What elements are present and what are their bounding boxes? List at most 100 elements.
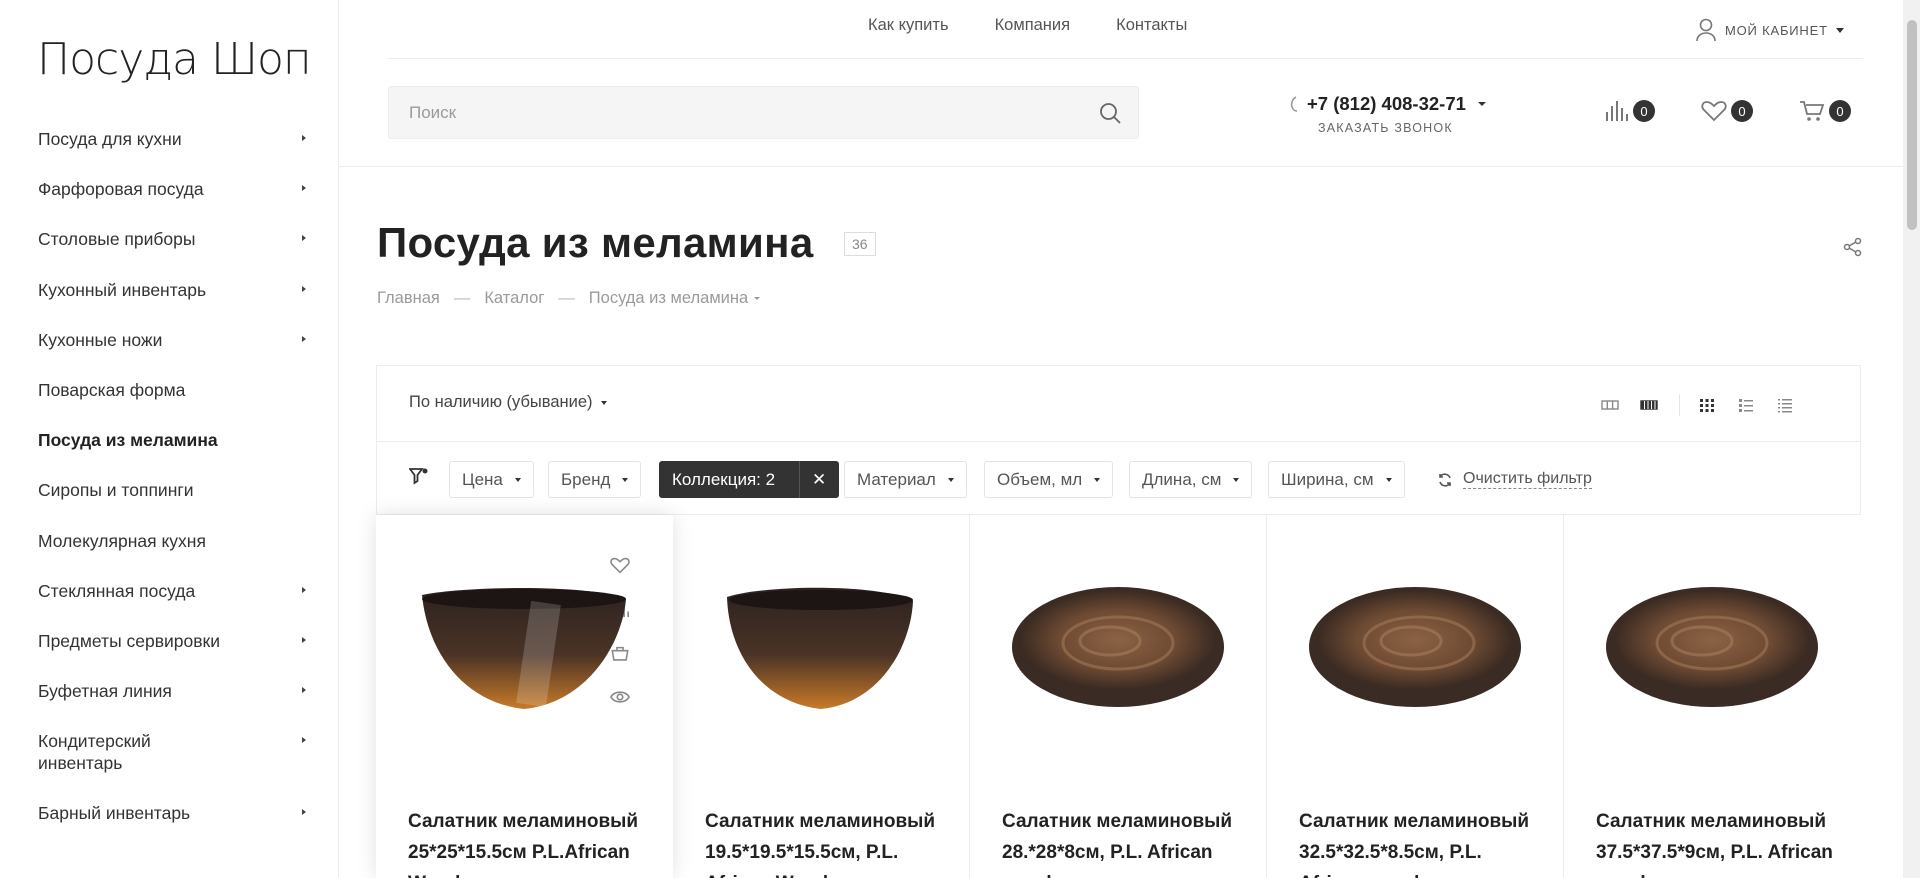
grid-5-columns-icon[interactable] xyxy=(1640,396,1658,414)
nav-how-to-buy[interactable]: Как купить xyxy=(868,16,949,35)
filter-volume[interactable]: Объем, мл xyxy=(984,461,1114,498)
sidebar: Посуда Шоп Посуда для кухни Фарфоровая п… xyxy=(0,0,339,878)
product-name[interactable]: Салатник меламиновый 25*25*15.5см P.L.Af… xyxy=(408,806,648,878)
scrollbar-thumb[interactable] xyxy=(1907,20,1917,230)
page-scrollbar[interactable] xyxy=(1903,0,1920,878)
chevron-right-icon xyxy=(302,335,306,342)
breadcrumb-catalog[interactable]: Каталог xyxy=(484,289,544,308)
phone-number: +7 (812) 408-32-71 xyxy=(1307,93,1466,114)
clear-filter-button[interactable]: Очистить фильтр xyxy=(1437,470,1592,489)
product-card[interactable]: Салатник меламиновый 19.5*19.5*15.5см, P… xyxy=(673,515,970,878)
catalog-controls: По наличию (убывание) Цена Бренд Коллекц… xyxy=(376,365,1861,515)
search-icon[interactable] xyxy=(1099,102,1121,124)
product-name[interactable]: Салатник меламиновый 37.5*37.5*9см, P.L.… xyxy=(1596,806,1836,878)
filter-price[interactable]: Цена xyxy=(449,461,534,498)
view-separator xyxy=(1679,394,1680,416)
chevron-right-icon xyxy=(302,687,306,694)
nav-company[interactable]: Компания xyxy=(995,16,1071,35)
search-input[interactable] xyxy=(389,87,1069,138)
sidebar-item-glassware[interactable]: Стеклянная посуда xyxy=(38,574,306,624)
sidebar-item-label: Посуда из меламина xyxy=(38,430,218,451)
sidebar-item-syrups[interactable]: Сиропы и топпинги xyxy=(38,473,306,523)
filter-bar: Цена Бренд Коллекция: 2 ✕ Материал Объем,… xyxy=(377,441,1860,516)
chevron-right-icon xyxy=(302,235,306,242)
sort-dropdown[interactable]: По наличию (убывание) xyxy=(409,393,607,412)
caret-down-icon xyxy=(1233,477,1240,482)
favorite-button[interactable] xyxy=(608,553,632,577)
product-grid: Салатник меламиновый 25*25*15.5см P.L.Af… xyxy=(376,515,1861,878)
phone-block[interactable]: +7 (812) 408-32-71 xyxy=(1289,93,1486,115)
breadcrumb: Главная — Каталог — Посуда из меламина xyxy=(377,289,761,308)
sidebar-item-cutlery[interactable]: Столовые приборы xyxy=(38,222,306,272)
product-card[interactable]: Салатник меламиновый 37.5*37.5*9см, P.L.… xyxy=(1564,515,1861,878)
compare-count-badge: 0 xyxy=(1633,100,1655,122)
sort-label: По наличию (убывание) xyxy=(409,393,593,411)
product-card[interactable]: Салатник меламиновый 32.5*32.5*8.5см, P.… xyxy=(1267,515,1564,878)
sidebar-item-molecular[interactable]: Молекулярная кухня xyxy=(38,524,306,574)
product-image[interactable] xyxy=(1307,585,1523,710)
cart-button[interactable]: 0 xyxy=(1799,100,1851,122)
caret-down-icon xyxy=(1835,27,1844,33)
sidebar-item-melamine[interactable]: Посуда из меламина xyxy=(38,423,306,473)
sidebar-item-knives[interactable]: Кухонные ножи xyxy=(38,323,306,373)
search-bar xyxy=(388,86,1139,139)
filter-label: Бренд xyxy=(561,469,611,489)
grid-3-columns-icon[interactable] xyxy=(1601,396,1619,414)
product-card[interactable]: Салатник меламиновый 25*25*15.5см P.L.Af… xyxy=(376,515,673,878)
caret-down-icon xyxy=(514,477,521,482)
callback-link[interactable]: ЗАКАЗАТЬ ЗВОНОК xyxy=(1318,121,1453,135)
filter-collection[interactable]: Коллекция: 2 ✕ xyxy=(659,461,840,498)
chevron-right-icon xyxy=(302,636,306,643)
top-navigation: Как купить Компания Контакты xyxy=(868,16,1187,35)
header-bottom-divider xyxy=(339,166,1903,167)
product-name[interactable]: Салатник меламиновый 32.5*32.5*8.5см, P.… xyxy=(1299,806,1539,878)
filter-label: Объем, мл xyxy=(997,469,1083,489)
filter-icon[interactable] xyxy=(409,467,429,485)
breadcrumb-home[interactable]: Главная xyxy=(377,289,440,308)
compare-button[interactable]: 0 xyxy=(1605,100,1655,122)
sidebar-item-chef-uniform[interactable]: Поварская форма xyxy=(38,373,306,423)
sidebar-item-serving[interactable]: Предметы сервировки xyxy=(38,624,306,674)
caret-down-icon xyxy=(947,477,954,482)
favorites-button[interactable]: 0 xyxy=(1701,100,1753,122)
phone-icon xyxy=(1290,96,1298,112)
tiles-view-icon[interactable] xyxy=(1698,396,1716,414)
filter-brand[interactable]: Бренд xyxy=(548,461,642,498)
sidebar-item-confectionery[interactable]: Кондитерский инвентарь xyxy=(38,724,306,796)
nav-contacts[interactable]: Контакты xyxy=(1116,16,1187,35)
sidebar-item-label: Барный инвентарь xyxy=(38,803,191,824)
filter-material[interactable]: Материал xyxy=(844,461,967,498)
page-title: Посуда из меламина xyxy=(377,219,814,266)
product-name[interactable]: Салатник меламиновый 19.5*19.5*15.5см, P… xyxy=(705,806,945,878)
product-card[interactable]: Салатник меламиновый 28.*28*8см, P.L. Af… xyxy=(970,515,1267,878)
share-icon[interactable] xyxy=(1843,237,1863,257)
site-logo[interactable]: Посуда Шоп xyxy=(37,34,312,85)
account-label: МОЙ КАБИНЕТ xyxy=(1725,22,1828,38)
filter-length[interactable]: Длина, см xyxy=(1129,461,1253,498)
refresh-icon xyxy=(1439,472,1451,487)
sidebar-item-porcelain[interactable]: Фарфоровая посуда xyxy=(38,172,306,222)
product-image[interactable] xyxy=(713,585,929,710)
sidebar-item-bar[interactable]: Барный инвентарь xyxy=(38,796,306,846)
close-icon[interactable]: ✕ xyxy=(799,461,838,498)
list-view-icon[interactable] xyxy=(1737,396,1755,414)
filter-label: Ширина, см xyxy=(1281,469,1374,489)
product-image[interactable] xyxy=(1010,585,1226,710)
chevron-right-icon xyxy=(302,809,306,816)
sidebar-item-label: Стеклянная посуда xyxy=(38,580,196,601)
sidebar-item-buffet[interactable]: Буфетная линия xyxy=(38,674,306,724)
product-image[interactable] xyxy=(416,585,632,710)
cart-icon xyxy=(1800,101,1825,121)
sidebar-item-kitchen-tools[interactable]: Кухонный инвентарь xyxy=(38,273,306,323)
product-image[interactable] xyxy=(1604,585,1820,710)
breadcrumb-current[interactable]: Посуда из меламина xyxy=(589,289,761,308)
table-view-icon[interactable] xyxy=(1776,396,1794,414)
filter-width[interactable]: Ширина, см xyxy=(1268,461,1405,498)
caret-down-icon xyxy=(600,400,607,405)
sidebar-item-label: Столовые приборы xyxy=(38,229,196,250)
chevron-right-icon xyxy=(302,285,306,292)
sidebar-item-kitchen-ware[interactable]: Посуда для кухни xyxy=(38,122,306,172)
account-menu[interactable]: МОЙ КАБИНЕТ xyxy=(1695,18,1844,42)
catalog-menu: Посуда для кухни Фарфоровая посуда Столо… xyxy=(38,122,306,846)
product-name[interactable]: Салатник меламиновый 28.*28*8см, P.L. Af… xyxy=(1002,806,1242,878)
